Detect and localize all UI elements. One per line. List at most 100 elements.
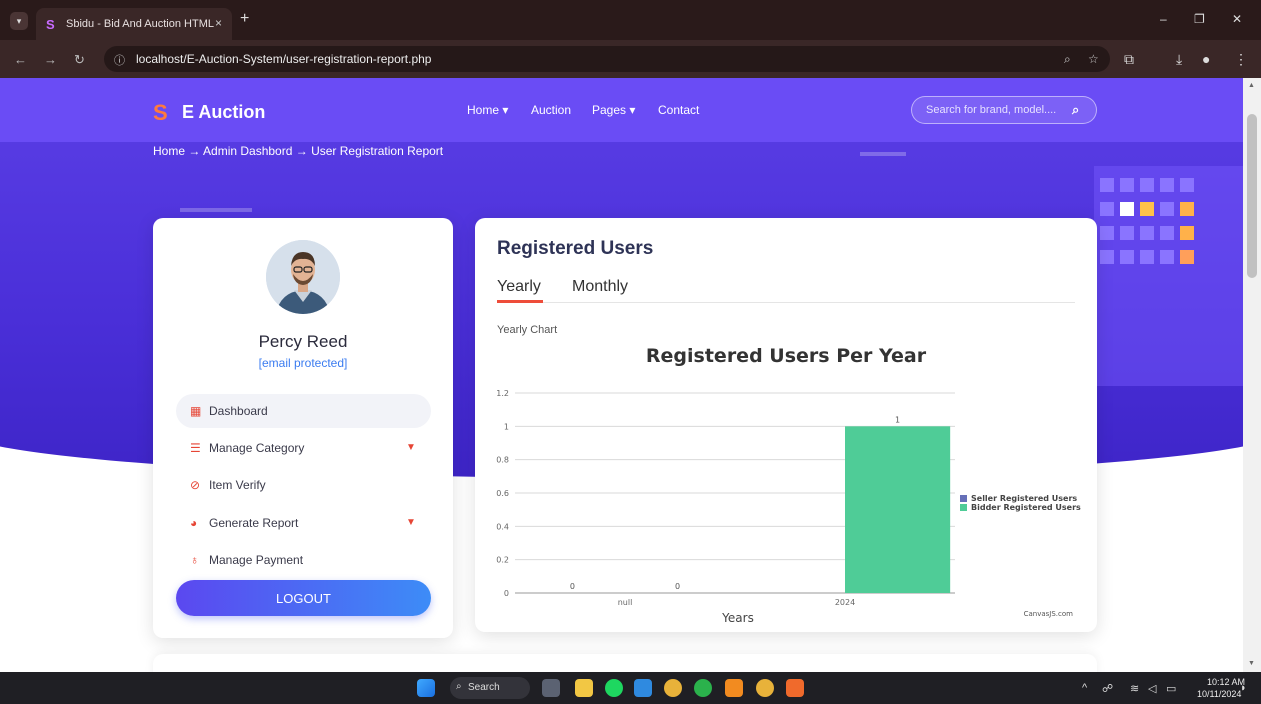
- caret-down-icon[interactable]: ▼: [406, 517, 416, 528]
- page-viewport: S E Auction Home ▾ Auction Pages ▾ Conta…: [0, 78, 1243, 672]
- search-input[interactable]: Search for brand, model.... ⌕: [911, 96, 1097, 124]
- clock-date[interactable]: 10/11/2024: [1197, 689, 1241, 699]
- chart-bar: [845, 426, 951, 593]
- download-icon[interactable]: ⤓: [1176, 51, 1182, 68]
- chart-data-label: 0: [675, 582, 680, 591]
- nav-auction[interactable]: Auction: [531, 103, 571, 117]
- menu-item-dashboard[interactable]: ▦ Dashboard: [176, 394, 431, 428]
- site-info-icon[interactable]: ⓘ: [114, 52, 125, 68]
- caret-down-icon[interactable]: ▼: [406, 442, 416, 453]
- profile-avatar-icon[interactable]: ●: [1202, 51, 1210, 67]
- url-text: localhost/E-Auction-System/user-registra…: [136, 52, 432, 66]
- browser-menu-icon[interactable]: ⋮: [1234, 51, 1248, 68]
- restore-button[interactable]: ❐: [1194, 12, 1205, 26]
- dashboard-icon: ▦: [190, 404, 202, 418]
- scroll-up-icon[interactable]: ▲: [1248, 82, 1255, 89]
- minimize-button[interactable]: –: [1160, 12, 1167, 26]
- menu-item-label: Generate Report: [209, 516, 299, 530]
- menu-item-label: Manage Payment: [209, 553, 304, 567]
- scroll-down-icon[interactable]: ▼: [1248, 660, 1255, 667]
- battery-icon[interactable]: ▭: [1166, 682, 1176, 695]
- payment-icon: ♁: [190, 553, 199, 567]
- chart-x-ticks: null 2024: [618, 598, 855, 607]
- breadcrumb[interactable]: Home → Admin Dashbord → User Registratio…: [153, 144, 443, 158]
- new-tab-button[interactable]: +: [240, 10, 249, 28]
- forward-icon[interactable]: →: [44, 52, 57, 67]
- decorative-building: [1094, 166, 1243, 386]
- chart-bars: [845, 426, 951, 593]
- bookmark-star-icon[interactable]: ☆: [1088, 52, 1099, 66]
- registered-users-chart: Registered Users Per Year 0 0.2 0.4 0.6 0.8 1…: [496, 345, 1081, 625]
- decorative-bar: [180, 208, 252, 212]
- chrome-profile-icon[interactable]: [756, 679, 774, 697]
- spotify-icon[interactable]: [605, 679, 623, 697]
- taskbar-search[interactable]: ⌕ Search: [450, 677, 530, 699]
- chart-y-tick-label: 0: [504, 589, 509, 598]
- page-scrollbar[interactable]: ▲ ▼: [1243, 78, 1261, 672]
- chart-legend-label: Bidder Registered Users: [971, 503, 1081, 512]
- windows-start-icon[interactable]: [417, 679, 435, 697]
- vscode-icon[interactable]: [634, 679, 652, 697]
- tray-chevron-icon[interactable]: ^: [1082, 682, 1087, 694]
- secondary-card: [153, 654, 1097, 672]
- logout-button[interactable]: LOGOUT: [176, 580, 431, 616]
- brand-name[interactable]: E Auction: [182, 102, 265, 123]
- menu-item-manage-payment[interactable]: ♁ Manage Payment: [176, 543, 431, 577]
- xampp-icon[interactable]: [786, 679, 804, 697]
- menu-item-generate-report[interactable]: ◕ Generate Report ▼: [176, 506, 431, 540]
- volume-icon[interactable]: ◁: [1148, 682, 1156, 695]
- tab-close-icon[interactable]: ×: [215, 16, 222, 30]
- menu-item-label: Item Verify: [209, 478, 266, 492]
- tab-divider: [497, 302, 1075, 303]
- taskbar-search-label: Search: [468, 682, 500, 693]
- search-icon[interactable]: ⌕: [1072, 102, 1079, 118]
- close-window-button[interactable]: ✕: [1232, 12, 1242, 26]
- user-email[interactable]: [email protected]: [153, 356, 453, 370]
- notification-bell-icon[interactable]: ◗: [1240, 682, 1247, 694]
- pie-chart-icon: ◕: [190, 516, 198, 530]
- nav-contact[interactable]: Contact: [658, 103, 699, 117]
- whatsapp-icon[interactable]: [694, 679, 712, 697]
- tab-search-chevron-icon[interactable]: ▾: [10, 12, 28, 30]
- chart-title: Registered Users Per Year: [646, 345, 927, 367]
- chart-y-tick-label: 1.2: [496, 389, 509, 398]
- menu-item-item-verify[interactable]: ⊘ Item Verify: [176, 468, 431, 502]
- chart-legend-swatch: [960, 495, 967, 502]
- wifi-icon[interactable]: ≋: [1130, 682, 1139, 695]
- decorative-bar: [860, 152, 906, 156]
- avatar: [266, 240, 340, 314]
- tray-app-icon[interactable]: ☍: [1102, 682, 1113, 695]
- chart-caption: Yearly Chart: [497, 324, 558, 336]
- browser-tab-bar: ▾ S Sbidu - Bid And Auction HTML × + – ❐…: [0, 0, 1261, 40]
- browser-tab[interactable]: S Sbidu - Bid And Auction HTML ×: [36, 8, 232, 40]
- active-tab-indicator: [497, 300, 543, 303]
- scroll-thumb[interactable]: [1247, 114, 1257, 278]
- brand-logo-icon[interactable]: S: [153, 100, 168, 126]
- check-circle-icon: ⊘: [190, 478, 201, 492]
- file-explorer-icon[interactable]: [575, 679, 593, 697]
- chart-y-tick-label: 0.2: [496, 556, 509, 565]
- reload-icon[interactable]: ↻: [74, 52, 85, 68]
- search-placeholder: Search for brand, model....: [926, 104, 1057, 116]
- tab-title: Sbidu - Bid And Auction HTML: [66, 18, 214, 30]
- menu-item-manage-category[interactable]: ☰ Manage Category ▼: [176, 431, 431, 465]
- card-title: Registered Users: [497, 238, 654, 259]
- list-icon: ☰: [190, 441, 201, 455]
- tab-yearly[interactable]: Yearly: [497, 278, 541, 296]
- nav-pages[interactable]: Pages ▾: [592, 103, 635, 117]
- search-icon: ⌕: [456, 681, 462, 692]
- nav-home[interactable]: Home ▾: [467, 103, 508, 117]
- app-icon[interactable]: [725, 679, 743, 697]
- extensions-icon[interactable]: ⧉: [1124, 51, 1134, 68]
- task-view-icon[interactable]: [542, 679, 560, 697]
- zoom-icon[interactable]: ⌕: [1064, 52, 1071, 67]
- profile-card: Percy Reed [email protected] ▦ Dashboard…: [153, 218, 453, 638]
- chart-x-tick-label: null: [618, 598, 633, 607]
- chart-data-label: 1: [895, 415, 900, 424]
- url-input[interactable]: ⓘ localhost/E-Auction-System/user-regist…: [104, 46, 1110, 72]
- back-icon[interactable]: ←: [14, 52, 27, 67]
- chart-x-axis-label: Years: [721, 611, 754, 625]
- tab-monthly[interactable]: Monthly: [572, 278, 628, 296]
- chrome-icon[interactable]: [664, 679, 682, 697]
- address-bar: ← → ↻ ⓘ localhost/E-Auction-System/user-…: [0, 40, 1261, 78]
